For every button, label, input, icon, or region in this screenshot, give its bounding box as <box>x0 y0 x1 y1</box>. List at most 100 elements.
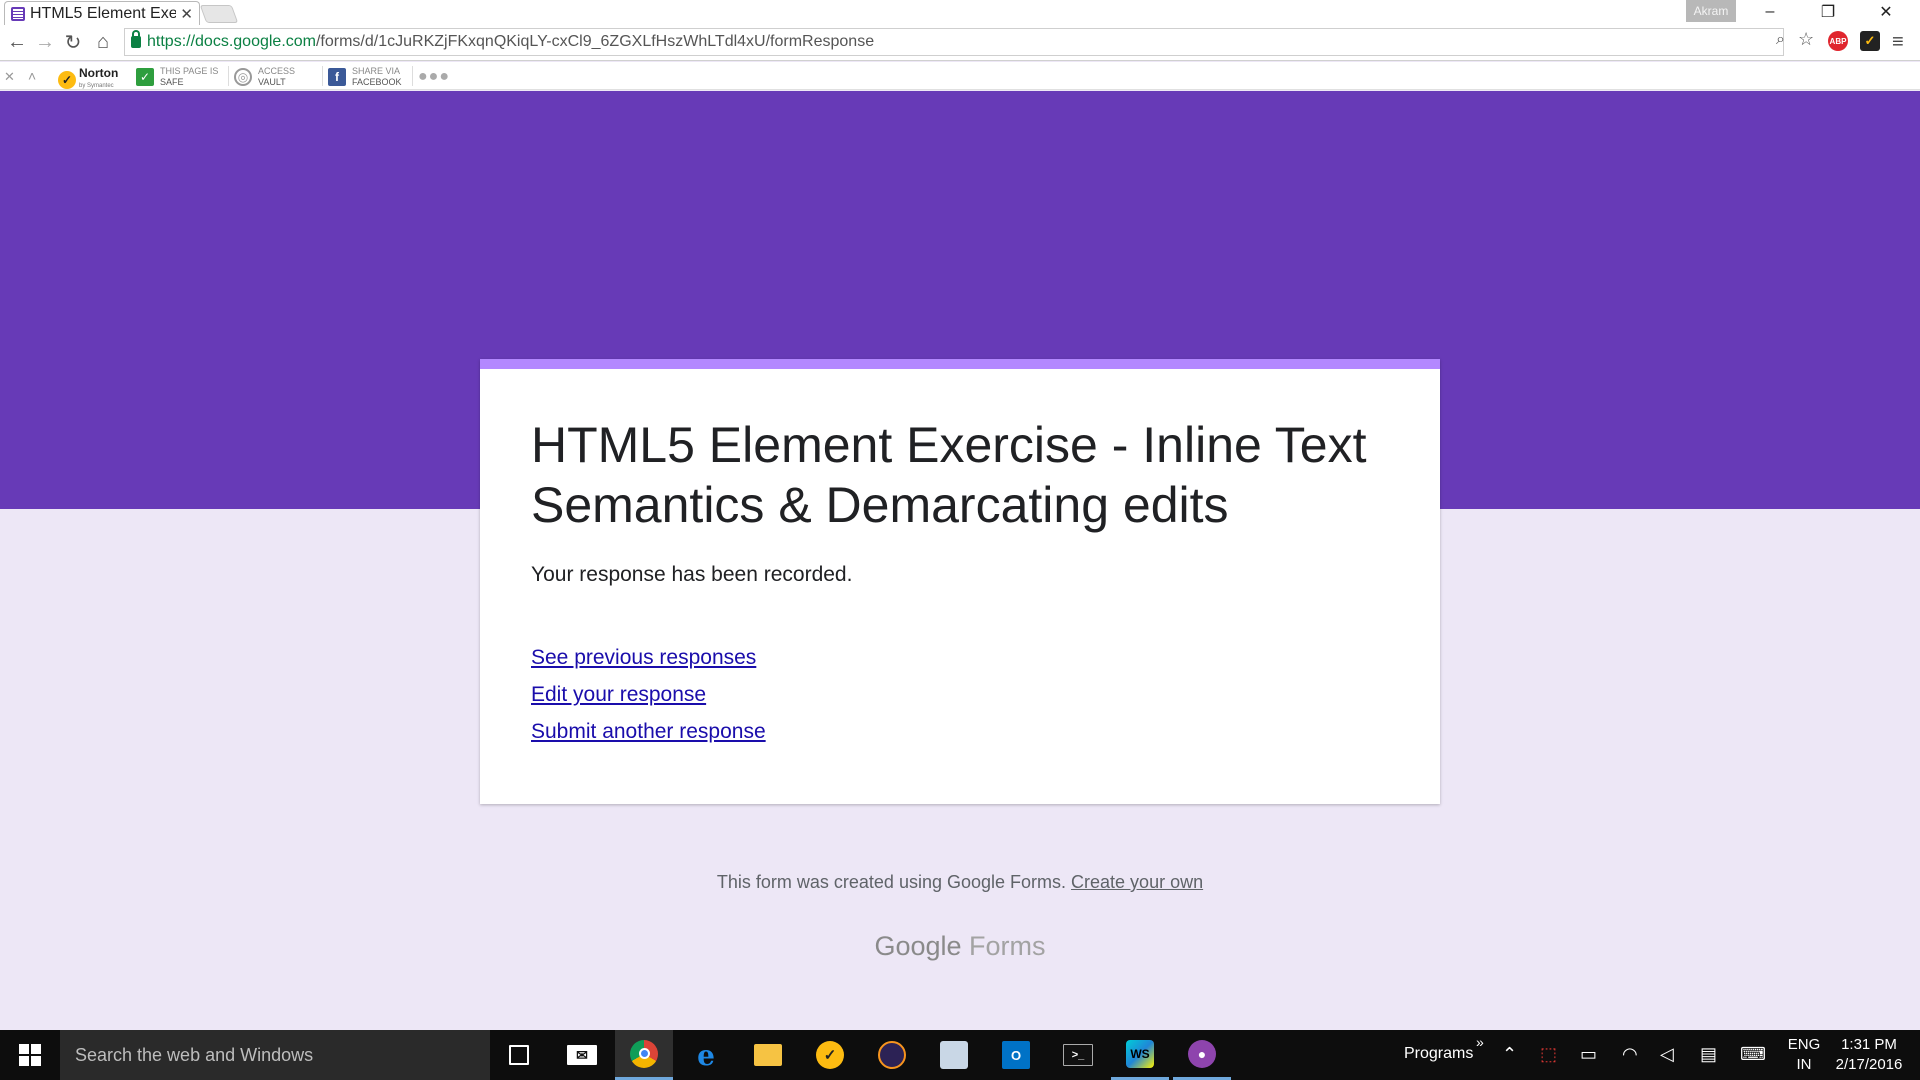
bookmark-star-icon[interactable]: ☆ <box>1798 29 1814 50</box>
norton-extension-icon[interactable]: ✓ <box>1860 31 1880 51</box>
google-forms-favicon-icon <box>11 6 25 21</box>
form-footer: This form was created using Google Forms… <box>0 872 1920 893</box>
task-view-icon <box>509 1045 529 1065</box>
norton-logo-sub: by Symantec <box>79 83 114 89</box>
see-previous-responses-link[interactable]: See previous responses <box>531 639 1389 676</box>
programs-chevron-icon[interactable]: » <box>1476 1034 1484 1050</box>
footer-text: This form was created using Google Forms… <box>716 872 1072 892</box>
task-view-button[interactable] <box>490 1030 548 1080</box>
adblock-plus-icon[interactable]: ABP <box>1828 31 1848 51</box>
safe-line2: SAFE <box>160 77 184 87</box>
browser-tab-active[interactable]: HTML5 Element Exerc ✕ <box>4 1 200 25</box>
chrome-icon <box>630 1039 658 1068</box>
norton-logo[interactable]: ✓ Norton by Symantec <box>58 66 118 94</box>
taskbar-paint[interactable] <box>925 1030 983 1080</box>
vault-icon: ◎ <box>234 68 252 86</box>
programs-toolbar-label[interactable]: Programs <box>1404 1045 1473 1063</box>
vault-line1: ACCESS <box>258 66 296 76</box>
input-language[interactable]: ENG IN <box>1784 1035 1824 1075</box>
taskbar-chrome[interactable] <box>615 1030 673 1080</box>
form-title: HTML5 Element Exercise - Inline Text Sem… <box>531 417 1367 533</box>
share-line1: SHARE VIA <box>352 66 401 76</box>
norton-divider <box>228 66 229 86</box>
url-path: /forms/d/1cJuRKZjFKxqnQKiqLY-cxCl9_6ZGXL… <box>315 33 875 50</box>
system-clock[interactable]: 1:31 PM 2/17/2016 <box>1826 1035 1912 1075</box>
norton-safe-status[interactable]: ✓ THIS PAGE IS SAFE <box>136 65 218 89</box>
lang-line2: IN <box>1796 1056 1812 1073</box>
lang-line1: ENG <box>1787 1036 1821 1053</box>
taskbar-search-box[interactable]: Search the web and Windows <box>60 1030 490 1080</box>
taskbar-mail[interactable]: ✉ <box>553 1030 611 1080</box>
logo-google-text: Google <box>874 931 962 961</box>
terminal-icon: >_ <box>1063 1044 1093 1066</box>
url-host: https://docs.google.com <box>147 33 316 50</box>
taskbar-norton[interactable]: ✓ <box>801 1030 859 1080</box>
window-minimize-button[interactable]: – <box>1741 0 1799 24</box>
webstorm-icon: WS <box>1126 1039 1154 1068</box>
volume-icon[interactable]: ◁ <box>1660 1044 1674 1065</box>
taskbar-edge[interactable]: e <box>677 1030 735 1080</box>
tab-title: HTML5 Element Exerc <box>30 4 177 22</box>
show-hidden-icons-icon[interactable]: ⌃ <box>1502 1044 1517 1065</box>
clock-date: 2/17/2016 <box>1835 1056 1903 1073</box>
acrobat-tray-icon[interactable]: ⬚ <box>1540 1044 1557 1065</box>
windows-taskbar: Search the web and Windows ✉ e ✓ O >_ WS… <box>0 1030 1920 1080</box>
norton-check-icon: ✓ <box>58 71 76 89</box>
chrome-menu-icon[interactable]: ≡ <box>1892 31 1904 54</box>
form-response-page: HTML5 Element Exercise - Inline Text Sem… <box>0 91 1920 1030</box>
norton-toolbar-collapse-icon[interactable]: ˄ <box>28 68 36 84</box>
create-your-own-link[interactable]: Create your own <box>1071 872 1203 892</box>
browser-title-bar: HTML5 Element Exerc ✕ Akram – ❐ ✕ <box>0 0 1920 25</box>
norton-toolbar-close-icon[interactable]: ✕ <box>4 69 15 85</box>
browser-toolbar: ← → ↻ ⌂ https://docs.google.com/forms/d/… <box>0 25 1920 61</box>
taskbar-eclipse[interactable] <box>863 1030 921 1080</box>
outlook-icon: O <box>1002 1041 1030 1069</box>
github-icon: ● <box>1188 1039 1216 1068</box>
taskbar-webstorm[interactable]: WS <box>1111 1030 1169 1080</box>
norton-divider <box>412 66 413 86</box>
safe-check-icon: ✓ <box>136 68 154 86</box>
norton-icon: ✓ <box>816 1041 844 1069</box>
taskbar-file-explorer[interactable] <box>739 1030 797 1080</box>
tab-close-icon[interactable]: ✕ <box>180 5 193 23</box>
logo-forms-text: Forms <box>961 931 1046 961</box>
submit-another-response-link[interactable]: Submit another response <box>531 713 1389 750</box>
zoom-icon[interactable]: ⌕ <box>1776 31 1785 49</box>
taskbar-outlook[interactable]: O <box>987 1030 1045 1080</box>
response-links: See previous responses Edit your respons… <box>531 639 1389 750</box>
start-button[interactable] <box>0 1030 60 1080</box>
edit-response-link[interactable]: Edit your response <box>531 676 1389 713</box>
norton-access-vault[interactable]: ◎ ACCESS VAULT <box>234 65 295 89</box>
wifi-icon[interactable]: ◠ <box>1622 1044 1638 1065</box>
norton-divider <box>322 66 323 86</box>
google-forms-logo[interactable]: Google Forms <box>0 931 1920 962</box>
taskbar-terminal[interactable]: >_ <box>1049 1030 1107 1080</box>
clock-time: 1:31 PM <box>1841 1036 1897 1053</box>
action-center-icon[interactable]: ▤ <box>1700 1044 1717 1065</box>
new-tab-button[interactable] <box>199 5 239 23</box>
window-restore-button[interactable]: ❐ <box>1799 0 1857 24</box>
home-icon[interactable]: ⌂ <box>92 31 114 53</box>
window-close-button[interactable]: ✕ <box>1857 0 1915 24</box>
forward-arrow-icon[interactable]: → <box>34 31 56 53</box>
taskbar-github[interactable]: ● <box>1173 1030 1231 1080</box>
battery-icon[interactable]: ▭ <box>1580 1044 1597 1065</box>
safe-line1: THIS PAGE IS <box>160 66 219 76</box>
norton-logo-text: Norton <box>79 66 119 80</box>
address-bar[interactable]: https://docs.google.com/forms/d/1cJuRKZj… <box>124 28 1784 56</box>
reload-icon[interactable]: ↻ <box>62 31 84 54</box>
secure-lock-icon <box>131 30 141 48</box>
folder-icon <box>754 1044 782 1066</box>
profile-badge[interactable]: Akram <box>1686 0 1736 22</box>
norton-toolbar: ✕ ˄ ✓ Norton by Symantec ✓ THIS PAGE IS S… <box>0 62 1920 90</box>
confirmation-card: HTML5 Element Exercise - Inline Text Sem… <box>480 359 1440 804</box>
vault-line2: VAULT <box>258 77 286 87</box>
back-arrow-icon[interactable]: ← <box>6 31 28 53</box>
norton-more-icon[interactable]: ●●● <box>418 68 450 86</box>
confirmation-message: Your response has been recorded. <box>531 563 853 586</box>
norton-share-facebook[interactable]: f SHARE VIA FACEBOOK <box>328 65 402 89</box>
eclipse-icon <box>878 1041 906 1069</box>
share-line2: FACEBOOK <box>352 77 402 87</box>
mail-icon: ✉ <box>567 1045 597 1065</box>
touch-keyboard-icon[interactable]: ⌨ <box>1740 1044 1766 1065</box>
